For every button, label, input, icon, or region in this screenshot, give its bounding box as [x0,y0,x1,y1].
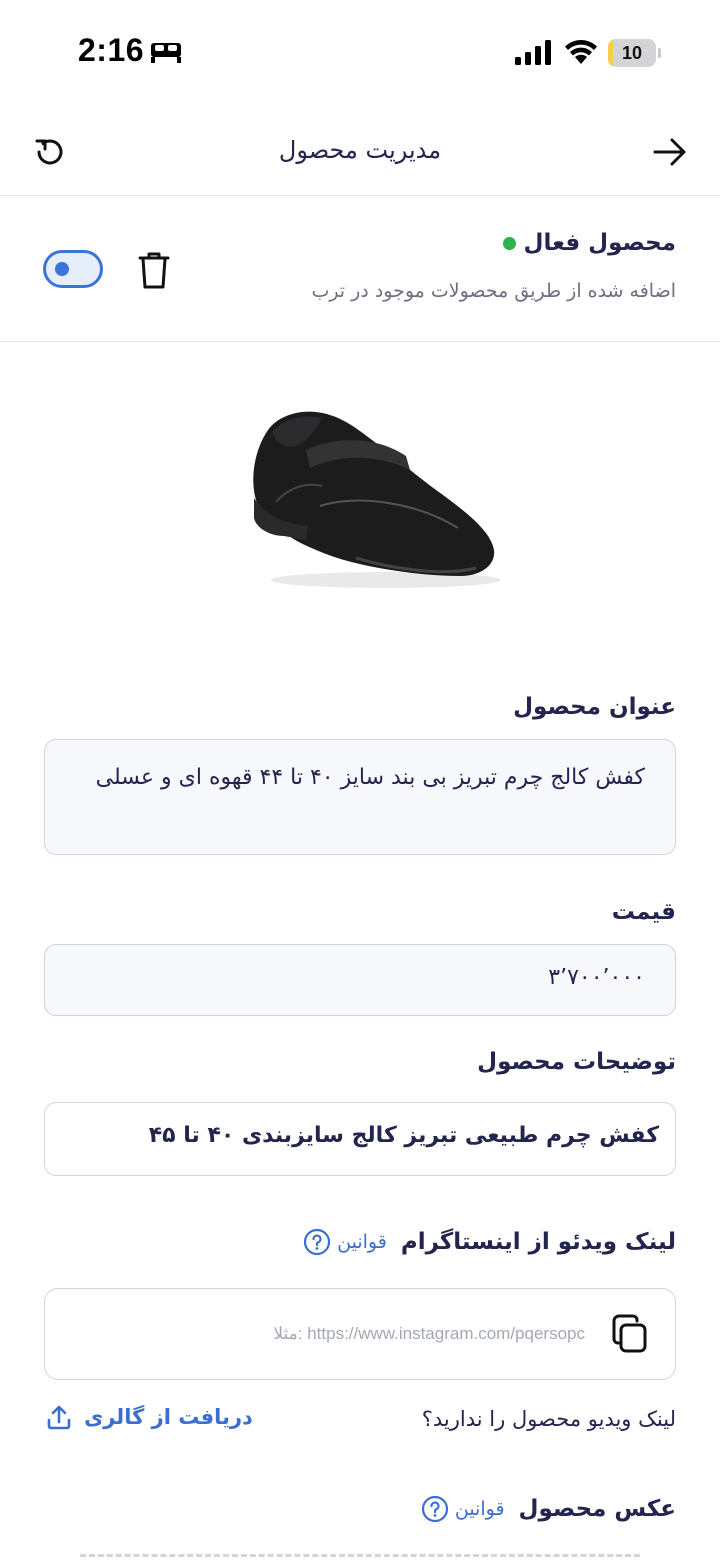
gallery-button-label: دریافت از گالری [84,1405,253,1429]
wifi-icon [565,40,597,64]
product-image [253,411,501,588]
price-field[interactable]: ۳٬۷۰۰٬۰۰۰ [44,944,676,1016]
app-header: مدیریت محصول [0,110,720,196]
status-time: 2:16 [78,32,145,68]
description-field[interactable]: کفش چرم طبیعی تبریز کالج سایزبندی ۴۰ تا … [44,1102,676,1176]
price-value: ۳٬۷۰۰٬۰۰۰ [548,965,645,990]
product-status: محصول فعال [502,230,677,256]
description-value: کفش چرم طبیعی تبریز کالج سایزبندی ۴۰ تا … [148,1123,659,1148]
description-label: توضیحات محصول [477,1049,676,1075]
battery-percent: 10 [621,43,643,63]
upload-icon [47,1405,71,1430]
product-status-title: محصول فعال [523,230,677,256]
help-circle-icon [421,1495,448,1523]
toggle-knob [55,262,69,276]
product-status-row: محصول فعال اضافه شده از طریق محصولات موج… [0,196,720,342]
photo-upload-area[interactable] [80,1554,640,1561]
photo-label-row: عکس محصول قوانین [421,1495,676,1523]
instagram-label: لینک ویدئو از اینستاگرام [400,1229,676,1255]
title-label: عنوان محصول [513,694,676,720]
page-title: مدیریت محصول [278,136,442,164]
title-value: کفش کالج چرم تبریز بی بند سایز ۴۰ تا ۴۴ … [95,765,645,790]
product-status-subtitle: اضافه شده از طریق محصولات موجود در ترب [311,280,676,302]
photo-label: عکس محصول [518,1496,676,1522]
active-toggle[interactable] [43,250,103,288]
back-arrow-icon[interactable] [650,132,690,172]
cellular-signal-icon [515,40,551,65]
instagram-rules-link[interactable]: قوانین [303,1228,387,1256]
instagram-link-field[interactable] [44,1288,676,1380]
status-bar: 2:16 10 [0,0,720,100]
status-dot [502,236,516,250]
photo-rules-link[interactable]: قوانین [421,1495,505,1523]
photo-rules-label: قوانین [454,1498,505,1520]
instagram-label-row: لینک ویدئو از اینستاگرام قوانین [303,1228,676,1256]
price-label: قیمت [611,899,676,925]
paste-icon[interactable] [607,1311,653,1357]
rules-label: قوانین [337,1231,387,1253]
title-field[interactable]: کفش کالج چرم تبریز بی بند سایز ۴۰ تا ۴۴ … [44,739,676,855]
upload-from-gallery-button[interactable]: دریافت از گالری [44,1402,253,1432]
help-circle-icon [304,1228,331,1256]
instagram-link-input[interactable] [195,1319,585,1349]
trash-icon[interactable] [132,248,176,292]
battery-indicator: 10 [608,39,661,67]
bed-icon [151,43,181,63]
no-video-link-text: لینک ویدیو محصول را ندارید؟ [421,1407,676,1431]
